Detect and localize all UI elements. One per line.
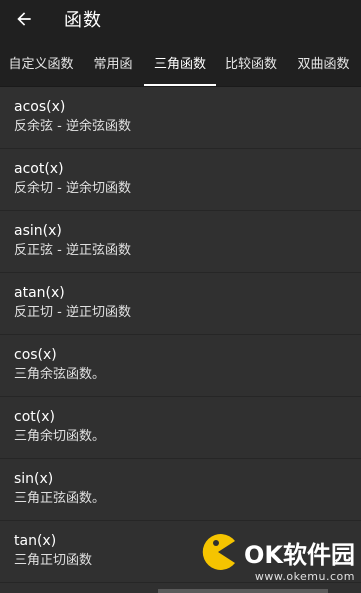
function-name: cos(x) — [14, 347, 57, 363]
tab-label: 双曲函数 — [297, 56, 350, 72]
watermark-brand: OK软件园 — [244, 540, 355, 569]
function-description: 三角余弦函数。 — [14, 367, 106, 382]
tab-label: 常用函 — [93, 56, 133, 72]
function-name: sin(x) — [14, 471, 54, 487]
watermark-url: www.okemu.com — [254, 570, 355, 583]
tab-label: 比较函数 — [224, 56, 277, 72]
back-button[interactable] — [4, 0, 44, 38]
function-description: 反余弦 - 逆余弦函数 — [14, 119, 131, 134]
function-item-sin[interactable]: sin(x) 三角正弦函数。 — [0, 459, 361, 521]
function-item-acos[interactable]: acos(x) 反余弦 - 逆余弦函数 — [0, 87, 361, 149]
arrow-left-icon — [17, 12, 31, 26]
function-description: 三角正弦函数。 — [14, 491, 106, 506]
active-tab-indicator — [144, 84, 216, 86]
watermark: OK软件园 www.okemu.com — [198, 532, 355, 583]
category-tabs: 自定义函数 常用函 三角函数 比较函数 双曲函数 — [0, 38, 361, 87]
tab-label: 自定义函数 — [8, 56, 74, 72]
function-name: asin(x) — [14, 223, 62, 239]
function-description: 反余切 - 逆余切函数 — [14, 181, 131, 196]
function-list: acos(x) 反余弦 - 逆余弦函数 acot(x) 反余切 - 逆余切函数 … — [0, 87, 361, 583]
function-item-cos[interactable]: cos(x) 三角余弦函数。 — [0, 335, 361, 397]
pacman-logo-icon — [202, 534, 235, 570]
function-item-cot[interactable]: cot(x) 三角余切函数。 — [0, 397, 361, 459]
tab-custom-functions[interactable]: 自定义函数 — [0, 38, 82, 86]
function-name: cot(x) — [14, 409, 55, 425]
tab-common-functions[interactable]: 常用函 — [82, 38, 144, 86]
function-item-asin[interactable]: asin(x) 反正弦 - 逆正弦函数 — [0, 211, 361, 273]
function-item-atan[interactable]: atan(x) 反正切 - 逆正切函数 — [0, 273, 361, 335]
tab-hyperbolic-functions[interactable]: 双曲函数 — [286, 38, 361, 86]
page-title: 函数 — [64, 10, 102, 31]
function-item-acot[interactable]: acot(x) 反余切 - 逆余切函数 — [0, 149, 361, 211]
function-name: acot(x) — [14, 161, 64, 177]
app-bar: 函数 — [0, 0, 361, 38]
function-description: 三角余切函数。 — [14, 429, 106, 444]
bottom-scroll-strip — [158, 589, 328, 593]
app-root: 函数 自定义函数 常用函 三角函数 比较函数 双曲函数 acos(x) 反余弦 … — [0, 0, 361, 593]
function-description: 反正弦 - 逆正弦函数 — [14, 243, 131, 258]
function-description: 反正切 - 逆正切函数 — [14, 305, 131, 320]
tab-label: 三角函数 — [153, 56, 206, 72]
function-name: acos(x) — [14, 99, 66, 115]
function-name: atan(x) — [14, 285, 65, 301]
tab-comparison-functions[interactable]: 比较函数 — [216, 38, 286, 86]
tab-trig-functions[interactable]: 三角函数 — [144, 38, 216, 86]
watermark-brand-row: OK软件园 — [198, 532, 355, 572]
